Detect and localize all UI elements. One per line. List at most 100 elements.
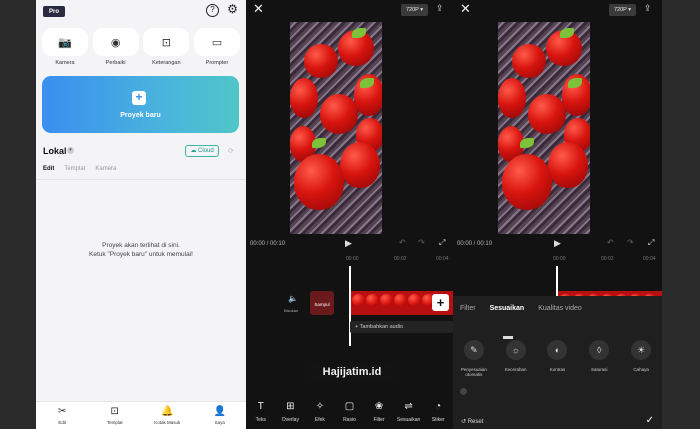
prompter-icon: ▭ [193,28,240,56]
tool-overlay[interactable]: ⊞ Overlay [276,401,304,423]
home-screen: Pro ? ⚙ 📷 Kamera ◉ Perbaiki ⊡ Keterangan… [36,0,246,429]
help-icon[interactable]: ? [206,4,219,17]
close-icon[interactable]: ✕ [253,1,264,17]
quick-action-enhance[interactable]: ◉ Perbaiki [92,28,139,66]
export-icon[interactable]: ⇪ [436,3,444,14]
ruler-tick: 00:04 [643,256,656,262]
chevron-down-icon[interactable]: ▾ [67,147,74,154]
tool-label: Teks [255,417,266,423]
divider [36,179,246,180]
new-project-label: Proyek baru [120,112,161,119]
quick-action-label: Kamera [55,60,75,66]
tool-sticker[interactable]: ◔ Stiker [424,401,452,423]
adjust-auto[interactable]: ✎ Penyesuaian otomatis [455,340,493,377]
ruler-tick: 00:00 [346,256,359,262]
tool-label: Overlay [281,417,299,423]
export-icon[interactable]: ⇪ [644,3,652,14]
camera-icon: 📷 [42,28,88,56]
saturation-icon: ◊ [589,340,610,360]
play-icon[interactable]: ▶ [345,238,352,249]
tab-adjust[interactable]: Sesuaikan [490,305,525,312]
adjust-light[interactable]: ☀ Cahaya [622,340,660,377]
tab-camera[interactable]: Kamera [95,166,116,172]
fullscreen-icon[interactable]: ⤢ [648,238,654,248]
filter-icon: ❀ [374,401,384,412]
new-project-button[interactable]: + Proyek baru [42,76,239,133]
auto-adjust-icon: ✎ [463,340,484,360]
plus-icon: + [132,91,146,105]
reset-button[interactable]: ↺ Reset [461,418,483,425]
nav-edit[interactable]: ✂ Edit [42,406,82,425]
tab-template[interactable]: Templat [64,166,85,172]
playhead[interactable] [349,266,351,346]
adjust-icon: ⇌ [404,401,413,412]
adjust-panel: Filter Sesuaikan Kualitas video ✎ Penyes… [453,296,662,429]
tab-edit[interactable]: Edit [43,166,54,172]
confirm-icon[interactable]: ✓ [646,415,654,426]
tool-filter[interactable]: ❀ Filter [365,401,393,423]
adjust-tabs: Filter Sesuaikan Kualitas video [460,305,582,312]
tool-text[interactable]: T Teks [247,401,275,423]
empty-state-line1: Proyek akan terlihat di sini. [102,242,180,249]
overlay-icon: ⊞ [286,401,295,412]
project-tabs: Edit Templat Kamera [43,166,116,172]
nav-label: Saya [214,420,225,425]
undo-icon[interactable]: ↶ [399,238,406,247]
tool-label: Rasio [343,417,356,423]
pro-badge[interactable]: Pro [43,6,65,17]
nav-template[interactable]: ⊡ Templat [95,406,135,425]
adjust-label: Kontras [549,367,566,372]
adjust-options: ✎ Penyesuaian otomatis ☼ Kecerahan ◐ Kon… [453,340,662,377]
quick-action-label: Perbaiki [105,60,126,66]
tool-adjust[interactable]: ⇌ Sesuaikan [395,401,423,423]
close-icon[interactable]: ✕ [460,1,471,17]
tool-effect[interactable]: ✧ Efek [306,401,334,423]
play-icon[interactable]: ▶ [554,238,561,249]
editor-toolbar: T Teks ⊞ Overlay ✧ Efek ▢ Rasio ❀ Filter… [246,395,453,429]
tab-video-quality[interactable]: Kualitas video [538,305,582,312]
quick-action-prompter[interactable]: ▭ Prompter [193,28,240,66]
slider-dot[interactable] [460,388,467,395]
scissors-icon: ✂ [58,406,67,417]
ruler-tick: 00:02 [394,256,407,262]
tool-label: Sesuaikan [396,417,421,423]
resolution-select[interactable]: 720P ▾ [609,4,636,16]
tab-filter[interactable]: Filter [460,305,476,312]
section-title: Lokal [43,146,67,156]
timeline-ruler: 00:00 00:02 00:04 [246,256,453,266]
adjust-brightness[interactable]: ☼ Kecerahan [497,340,535,377]
fullscreen-icon[interactable]: ⤢ [439,238,445,248]
cover-thumbnail[interactable]: Sampul [310,291,334,315]
tool-label: Efek [314,417,325,423]
watermark: Hajijatim.id [305,362,399,382]
user-icon: 👤 [213,406,226,417]
adjust-label: Saturasi [591,367,608,372]
mute-label: Bisukan [284,308,299,313]
empty-state-line2: Ketuk "Proyek baru" untuk memulai! [89,251,193,258]
sync-icon[interactable]: ⟳ [228,147,234,155]
sticker-icon: ◔ [435,401,442,412]
ruler-tick: 00:00 [553,256,566,262]
adjust-saturation[interactable]: ◊ Saturasi [580,340,618,377]
tool-label: Filter [373,417,385,423]
resolution-select[interactable]: 720P ▾ [401,4,428,16]
gear-icon[interactable]: ⚙ [226,3,239,17]
quick-action-caption[interactable]: ⊡ Keterangan [143,28,190,66]
redo-icon[interactable]: ↷ [418,238,425,247]
speaker-icon[interactable]: 🔈 [288,294,298,303]
template-icon: ⊡ [110,406,119,417]
brightness-icon: ☼ [505,340,526,360]
tool-ratio[interactable]: ▢ Rasio [335,401,363,423]
add-clip-button[interactable]: + [432,294,449,311]
nav-profile[interactable]: 👤 Saya [200,406,240,425]
add-audio-button[interactable]: + Tambahkan audio [350,321,453,333]
quick-action-camera[interactable]: 📷 Kamera [42,28,88,66]
redo-icon[interactable]: ↷ [627,238,634,247]
reset-label: Reset [467,419,484,425]
cloud-button[interactable]: ☁ Cloud [185,145,219,157]
undo-icon[interactable]: ↶ [607,238,614,247]
adjust-contrast[interactable]: ◐ Kontras [538,340,576,377]
nav-inbox[interactable]: 🔔 Kotak Masuk [147,406,187,425]
ruler-tick: 00:02 [601,256,614,262]
adjust-label: Penyesuaian otomatis [460,367,487,377]
